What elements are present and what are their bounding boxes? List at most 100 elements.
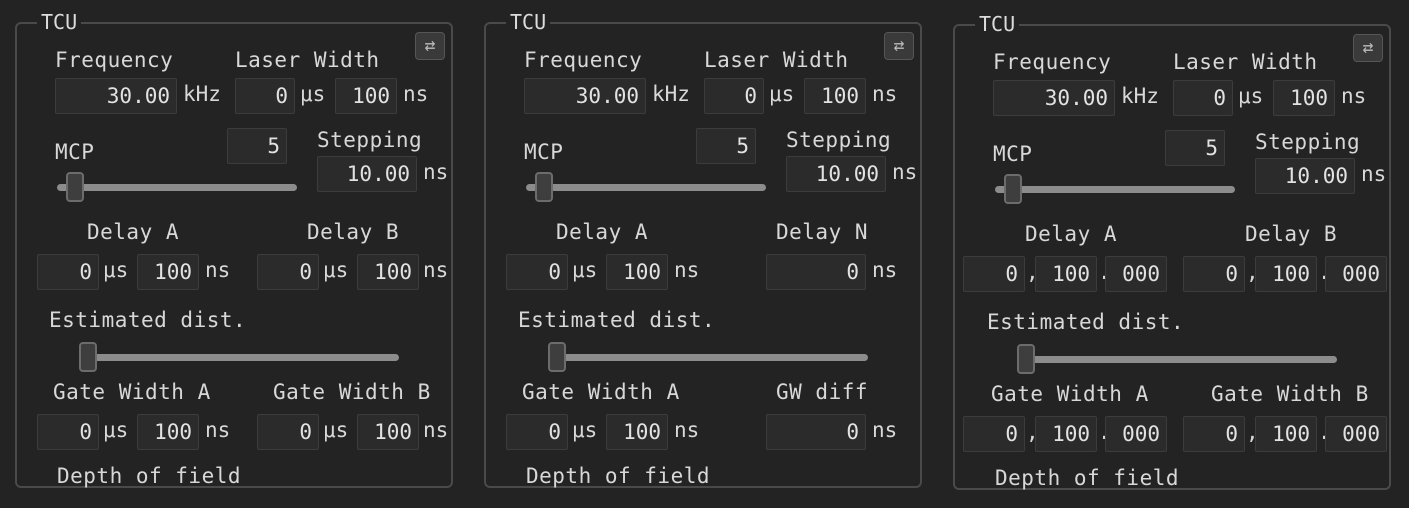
ns-unit: ns — [1361, 162, 1387, 186]
gate-width-a-us-input[interactable]: 0 — [37, 414, 99, 450]
delay-a-ns-input[interactable]: 100 — [137, 254, 199, 290]
us-unit: μs — [572, 258, 598, 282]
ns-unit: ns — [423, 160, 449, 184]
slider-handle[interactable] — [535, 172, 553, 202]
panel-title: TCU — [37, 10, 82, 34]
ns-unit: ns — [423, 258, 449, 282]
us-unit: μs — [769, 82, 795, 106]
delay-a-ns-input[interactable]: 100 — [606, 254, 668, 290]
laser-width-label: Laser Width — [1173, 50, 1318, 74]
ns-unit: ns — [872, 82, 898, 106]
mcp-input[interactable]: 5 — [227, 128, 287, 164]
slider-handle[interactable] — [79, 342, 97, 372]
depth-of-field-label: Depth of field — [57, 464, 242, 488]
gate-width-b-part1-input[interactable]: 0 — [1183, 416, 1245, 452]
ns-unit: ns — [872, 258, 898, 282]
delay-b-us-input[interactable]: 0 — [257, 254, 319, 290]
swap-icon[interactable]: ⇄ — [884, 32, 914, 60]
estimated-dist-slider[interactable] — [79, 342, 399, 372]
slider-track — [548, 354, 868, 361]
us-unit: μs — [572, 418, 598, 442]
laser-width-us-input[interactable]: 0 — [1173, 80, 1233, 116]
laser-width-ns-input[interactable]: 100 — [335, 78, 397, 114]
frequency-input[interactable]: 30.00 — [524, 78, 646, 114]
delay-a-us-input[interactable]: 0 — [506, 254, 568, 290]
estimated-dist-label: Estimated dist. — [49, 308, 247, 332]
frequency-unit: kHz — [1121, 84, 1159, 108]
slider-track — [526, 184, 766, 191]
ns-unit: ns — [1341, 84, 1367, 108]
gate-width-a-us-input[interactable]: 0 — [506, 414, 568, 450]
estimated-dist-slider[interactable] — [1017, 344, 1337, 374]
delay-n-label: Delay N — [776, 220, 869, 244]
stepping-label: Stepping — [317, 128, 423, 152]
gate-width-a-part2-input[interactable]: 100 — [1035, 416, 1097, 452]
gw-diff-input[interactable]: 0 — [766, 414, 866, 450]
laser-width-us-input[interactable]: 0 — [704, 78, 764, 114]
slider-track — [57, 184, 297, 191]
delay-b-part2-input[interactable]: 100 — [1255, 256, 1317, 292]
mcp-slider[interactable] — [57, 172, 297, 202]
ns-unit: ns — [674, 418, 700, 442]
delay-a-label: Delay A — [87, 220, 180, 244]
gate-width-a-ns-input[interactable]: 100 — [606, 414, 668, 450]
us-unit: μs — [300, 82, 326, 106]
stepping-input[interactable]: 10.00 — [786, 156, 886, 192]
tcu-panel-1: TCU ⇄ Frequency Laser Width 30.00 kHz 0 … — [15, 10, 453, 488]
ns-unit: ns — [892, 160, 918, 184]
laser-width-ns-input[interactable]: 100 — [804, 78, 866, 114]
estimated-dist-slider[interactable] — [548, 342, 868, 372]
ns-unit: ns — [403, 82, 429, 106]
laser-width-ns-input[interactable]: 100 — [1273, 80, 1335, 116]
slider-track — [995, 186, 1235, 193]
delay-a-us-input[interactable]: 0 — [37, 254, 99, 290]
frequency-label: Frequency — [55, 48, 174, 72]
gate-width-b-label: Gate Width B — [1211, 382, 1369, 406]
gate-width-b-ns-input[interactable]: 100 — [357, 414, 419, 450]
mcp-label: MCP — [993, 142, 1033, 166]
frequency-input[interactable]: 30.00 — [55, 78, 177, 114]
us-unit: μs — [323, 418, 349, 442]
gate-width-a-ns-input[interactable]: 100 — [137, 414, 199, 450]
slider-handle[interactable] — [548, 342, 566, 372]
mcp-slider[interactable] — [995, 174, 1235, 204]
gate-width-b-part2-input[interactable]: 100 — [1255, 416, 1317, 452]
gate-width-b-us-input[interactable]: 0 — [257, 414, 319, 450]
laser-width-us-input[interactable]: 0 — [235, 78, 295, 114]
swap-icon[interactable]: ⇄ — [1353, 34, 1383, 62]
gw-diff-label: GW diff — [776, 380, 869, 404]
frequency-input[interactable]: 30.00 — [993, 80, 1115, 116]
mcp-input[interactable]: 5 — [696, 128, 756, 164]
us-unit: μs — [103, 258, 129, 282]
delay-a-part2-input[interactable]: 100 — [1035, 256, 1097, 292]
stepping-input[interactable]: 10.00 — [1255, 158, 1355, 194]
slider-handle[interactable] — [1017, 344, 1035, 374]
delay-n-input[interactable]: 0 — [766, 254, 866, 290]
ns-unit: ns — [674, 258, 700, 282]
stepping-input[interactable]: 10.00 — [317, 156, 417, 192]
delay-a-part3-input[interactable]: 000 — [1105, 256, 1167, 292]
delay-b-part3-input[interactable]: 000 — [1325, 256, 1387, 292]
gate-width-a-label: Gate Width A — [991, 382, 1149, 406]
delay-b-part1-input[interactable]: 0 — [1183, 256, 1245, 292]
delay-a-part1-input[interactable]: 0 — [963, 256, 1025, 292]
gate-width-b-part3-input[interactable]: 000 — [1325, 416, 1387, 452]
slider-handle[interactable] — [66, 172, 84, 202]
us-unit: μs — [103, 418, 129, 442]
gate-width-a-part3-input[interactable]: 000 — [1105, 416, 1167, 452]
slider-handle[interactable] — [1004, 174, 1022, 204]
slider-track — [79, 354, 399, 361]
laser-width-label: Laser Width — [235, 48, 380, 72]
laser-width-label: Laser Width — [704, 48, 849, 72]
estimated-dist-label: Estimated dist. — [987, 310, 1185, 334]
us-unit: μs — [323, 258, 349, 282]
frequency-label: Frequency — [993, 50, 1112, 74]
tcu-panel-2: TCU ⇄ Frequency Laser Width 30.00 kHz 0 … — [484, 10, 922, 488]
mcp-input[interactable]: 5 — [1165, 130, 1225, 166]
delay-b-ns-input[interactable]: 100 — [357, 254, 419, 290]
gate-width-a-part1-input[interactable]: 0 — [963, 416, 1025, 452]
panel-title: TCU — [506, 10, 551, 34]
mcp-slider[interactable] — [526, 172, 766, 202]
swap-icon[interactable]: ⇄ — [415, 32, 445, 60]
delay-a-label: Delay A — [1025, 222, 1118, 246]
